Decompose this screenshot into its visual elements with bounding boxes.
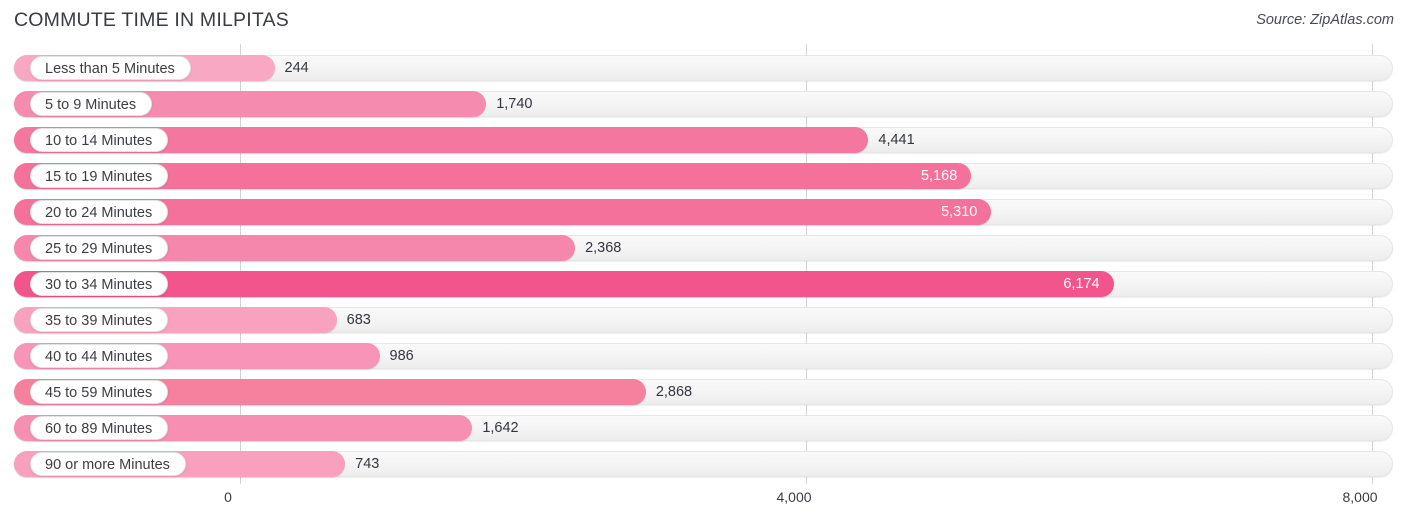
bar-category-label: 45 to 59 Minutes [30,380,169,404]
table-row[interactable]: 30 to 34 Minutes 6,174 [0,266,1406,302]
table-row[interactable]: 40 to 44 Minutes 986 [0,338,1406,374]
bar-value-label: 1,642 [482,420,519,436]
source-attribution: Source: ZipAtlas.com [1256,12,1394,28]
bar-value-label: 683 [346,312,371,328]
bar-category-label: 15 to 19 Minutes [30,164,169,188]
bar-value-label: 1,740 [496,96,533,112]
bar-value-label: 2,868 [655,384,693,400]
bar-value-label: 743 [355,456,380,472]
bar-value-label: 244 [284,60,309,76]
bar-value-label: 5,168 [920,168,958,184]
chart-header: COMMUTE TIME IN MILPITAS Source: ZipAtla… [0,0,1406,44]
bar-chart-plot-area: Less than 5 Minutes 244 5 to 9 Minutes 1,74… [0,44,1406,484]
x-axis-tick-label: 0 [224,489,232,505]
table-row[interactable]: 10 to 14 Minutes 4,441 [0,122,1406,158]
bar[interactable] [14,271,1114,297]
bar-category-label: 5 to 9 Minutes [30,92,153,116]
table-row[interactable]: 5 to 9 Minutes 1,740 [0,86,1406,122]
bar-category-label: 25 to 29 Minutes [30,236,169,260]
bar-value-label: 6,174 [1063,276,1100,292]
table-row[interactable]: 35 to 39 Minutes 683 [0,302,1406,338]
bar-category-label: 30 to 34 Minutes [30,272,169,296]
bar-value-label: 2,368 [585,240,622,256]
table-row[interactable]: 15 to 19 Minutes 5,168 [0,158,1406,194]
x-axis-tick-label: 8,000 [1342,489,1378,505]
bar-category-label: 60 to 89 Minutes [30,416,169,440]
bar-category-label: 40 to 44 Minutes [30,344,169,368]
bar-category-label: Less than 5 Minutes [30,56,191,80]
bar-category-label: 20 to 24 Minutes [30,200,169,224]
bar-category-label: 10 to 14 Minutes [30,128,169,152]
bar-category-label: 35 to 39 Minutes [30,308,169,332]
bar-value-label: 4,441 [878,132,915,148]
bar-value-label: 5,310 [941,204,978,220]
page-title: COMMUTE TIME IN MILPITAS [14,9,289,31]
table-row[interactable]: 45 to 59 Minutes 2,868 [0,374,1406,410]
x-axis: 0 4,000 8,000 [0,484,1406,522]
bar-category-label: 90 or more Minutes [30,452,186,476]
table-row[interactable]: Less than 5 Minutes 244 [0,50,1406,86]
table-row[interactable]: 90 or more Minutes 743 [0,446,1406,482]
table-row[interactable]: 60 to 89 Minutes 1,642 [0,410,1406,446]
table-row[interactable]: 20 to 24 Minutes 5,310 [0,194,1406,230]
x-axis-tick-label: 4,000 [776,489,812,505]
table-row[interactable]: 25 to 29 Minutes 2,368 [0,230,1406,266]
bar-value-label: 986 [389,348,414,364]
